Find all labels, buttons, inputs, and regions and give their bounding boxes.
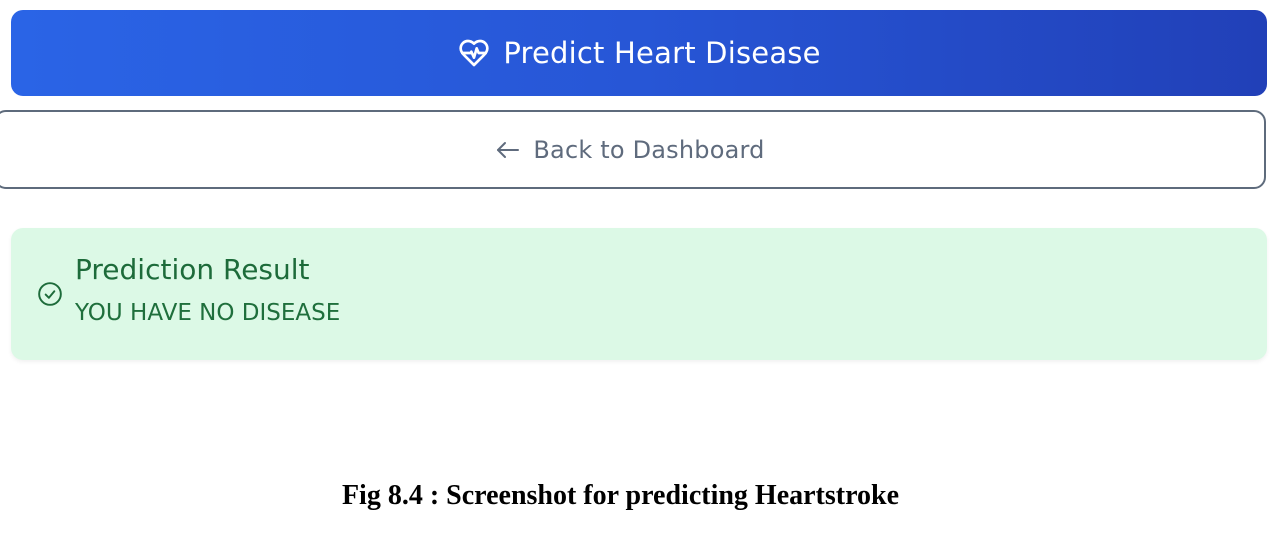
back-button-label: Back to Dashboard: [533, 135, 765, 164]
prediction-result-alert: Prediction Result YOU HAVE NO DISEASE: [11, 228, 1267, 360]
heart-pulse-icon: [457, 37, 491, 69]
predict-button-label: Predict Heart Disease: [503, 36, 821, 70]
result-title: Prediction Result: [75, 253, 310, 286]
arrow-left-icon: [495, 140, 521, 160]
check-circle-icon: [37, 281, 63, 307]
back-to-dashboard-button[interactable]: Back to Dashboard: [0, 110, 1266, 189]
result-message: YOU HAVE NO DISEASE: [75, 300, 341, 326]
predict-heart-disease-button[interactable]: Predict Heart Disease: [11, 10, 1267, 96]
figure-caption: Fig 8.4 : Screenshot for predicting Hear…: [341, 480, 900, 511]
